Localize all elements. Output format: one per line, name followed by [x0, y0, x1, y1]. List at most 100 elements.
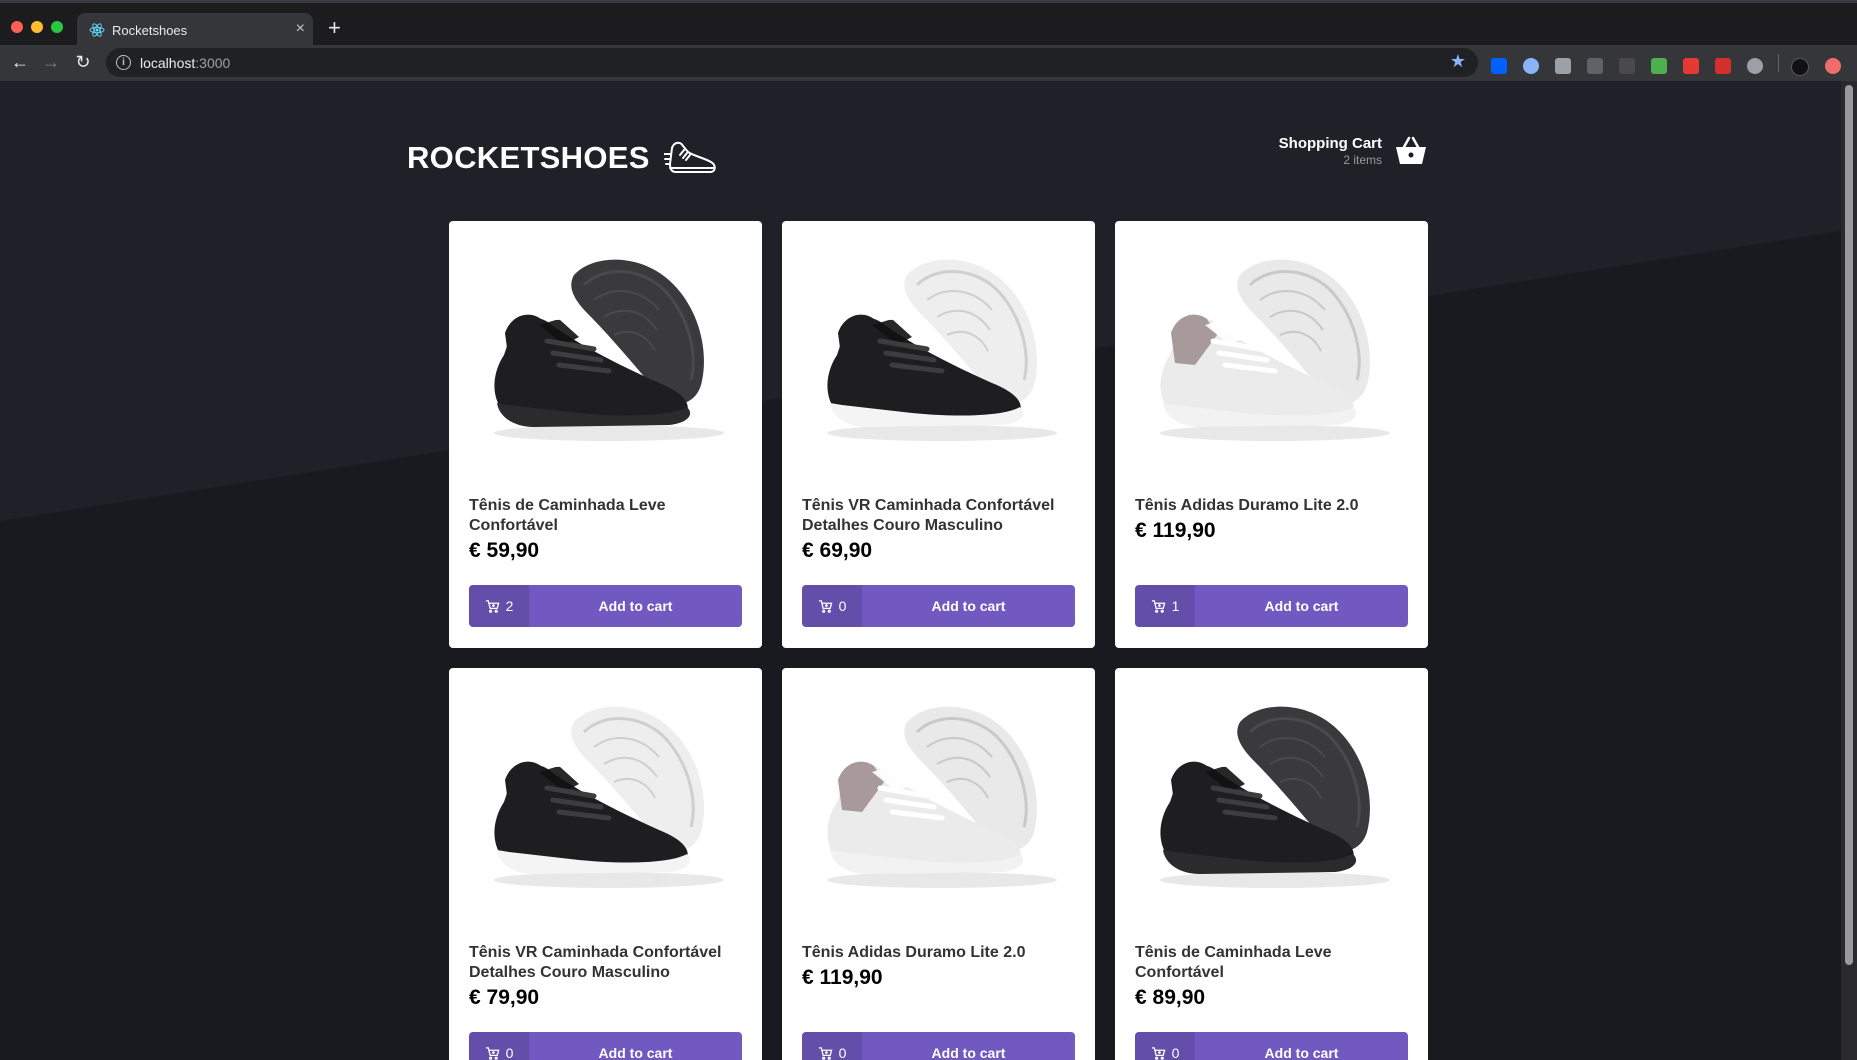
- button-label: Add to cart: [931, 1045, 1006, 1060]
- product-price: € 89,90: [1135, 986, 1206, 1009]
- add-to-cart-button[interactable]: 0 Add to cart: [802, 585, 1075, 627]
- cart-amount-value: 1: [1171, 598, 1180, 614]
- forward-arrow-icon[interactable]: →: [40, 52, 62, 73]
- browser-toolbar: ← → ↻ i localhost:3000 ★: [0, 45, 1857, 81]
- product-image: [827, 706, 1057, 888]
- product-info: Tênis de Caminhada Leve Confortável € 59…: [469, 496, 739, 561]
- shopping-cart-link[interactable]: Shopping Cart 2 items: [1279, 135, 1428, 167]
- product-price: € 119,90: [1135, 519, 1216, 542]
- add-to-cart-button[interactable]: 0 Add to cart: [1135, 1032, 1408, 1060]
- product-price: € 79,90: [469, 986, 540, 1009]
- product-title: Tênis Adidas Duramo Lite 2.0: [1135, 497, 1359, 514]
- add-to-cart-button[interactable]: 1 Add to cart: [1135, 585, 1408, 627]
- tab-rocketshoes[interactable]: Rocketshoes ×: [77, 13, 313, 48]
- new-tab-button[interactable]: +: [328, 15, 341, 41]
- bookmark-star-icon[interactable]: ★: [1450, 51, 1466, 72]
- pocket-extension-icon[interactable]: [1555, 58, 1571, 74]
- scrollbar[interactable]: [1841, 81, 1857, 1060]
- url-text[interactable]: localhost:3000: [140, 55, 230, 71]
- product-title: Tênis VR Caminhada Confortável Detalhes …: [802, 497, 1055, 534]
- toolbar-divider: [1778, 54, 1779, 72]
- product-info: Tênis de Caminhada Leve Confortável € 89…: [1135, 943, 1405, 1008]
- react-icon: [89, 23, 105, 37]
- add-shopping-cart-icon: [818, 1046, 833, 1060]
- cart-amount-value: 0: [838, 1045, 847, 1060]
- cart-title: Shopping Cart: [1278, 135, 1382, 152]
- extension-icon[interactable]: [1683, 58, 1699, 74]
- button-label: Add to cart: [598, 598, 673, 614]
- add-shopping-cart-icon: [485, 1046, 500, 1060]
- cart-count: 2 items: [1343, 153, 1382, 167]
- product-title: Tênis de Caminhada Leve Confortável: [1135, 944, 1332, 981]
- cart-amount: 0: [1135, 1032, 1195, 1060]
- product-title: Tênis Adidas Duramo Lite 2.0: [802, 944, 1026, 961]
- product-image: [494, 259, 724, 441]
- scrollbar-thumb[interactable]: [1845, 85, 1853, 965]
- product-title: Tênis de Caminhada Leve Confortável: [469, 497, 666, 534]
- add-shopping-cart-icon: [818, 599, 833, 613]
- url-host: localhost: [140, 55, 196, 71]
- add-to-cart-button[interactable]: 0 Add to cart: [802, 1032, 1075, 1060]
- product-image: [494, 706, 724, 888]
- cart-amount-value: 0: [838, 598, 847, 614]
- product-card: Tênis VR Caminhada Confortável Detalhes …: [782, 221, 1095, 648]
- button-label: Add to cart: [1264, 598, 1339, 614]
- product-title: Tênis VR Caminhada Confortável Detalhes …: [469, 944, 722, 981]
- cart-amount: 0: [802, 1032, 862, 1060]
- profile-avatar[interactable]: [1791, 58, 1809, 76]
- cart-amount: 1: [1135, 585, 1195, 627]
- product-card: Tênis Adidas Duramo Lite 2.0 € 119,90 0 …: [782, 668, 1095, 1060]
- extension-icon[interactable]: [1619, 58, 1635, 74]
- address-bar[interactable]: i localhost:3000 ★: [106, 48, 1478, 77]
- product-image: [1160, 706, 1390, 888]
- logo-text: ROCKETSHOES: [407, 140, 650, 175]
- product-price: € 59,90: [469, 539, 540, 562]
- cart-amount: 2: [469, 585, 529, 627]
- cart-amount-value: 0: [505, 1045, 514, 1060]
- extension-icon[interactable]: [1747, 58, 1763, 74]
- cart-amount-value: 2: [505, 598, 514, 614]
- url-port: :3000: [195, 55, 231, 71]
- product-image: [827, 259, 1057, 441]
- logo[interactable]: ROCKETSHOES: [407, 138, 718, 178]
- tab-bar: Rocketshoes × +: [0, 3, 1857, 48]
- close-tab-icon[interactable]: ×: [296, 20, 305, 38]
- cart-amount: 0: [469, 1032, 529, 1060]
- cart-amount: 0: [802, 585, 862, 627]
- product-card: Tênis VR Caminhada Confortável Detalhes …: [449, 668, 762, 1060]
- cart-amount-value: 0: [1171, 1045, 1180, 1060]
- cart-info: Shopping Cart 2 items: [1279, 135, 1382, 167]
- product-info: Tênis VR Caminhada Confortável Detalhes …: [469, 943, 739, 1008]
- extension-icon[interactable]: [1651, 58, 1667, 74]
- reload-icon[interactable]: ↻: [72, 52, 94, 73]
- update-icon[interactable]: [1825, 58, 1841, 74]
- page: ROCKETSHOES Shopping Cart 2 items Tênis …: [0, 81, 1841, 1060]
- product-price: € 69,90: [802, 539, 873, 562]
- sneaker-logo-icon: [663, 141, 716, 173]
- add-to-cart-button[interactable]: 2 Add to cart: [469, 585, 742, 627]
- product-list: Tênis de Caminhada Leve Confortável € 59…: [449, 221, 1428, 1060]
- product-image: [1160, 259, 1390, 441]
- product-price: € 119,90: [802, 966, 883, 989]
- maximize-window-button[interactable]: [51, 21, 63, 33]
- close-window-button[interactable]: [11, 21, 23, 33]
- button-label: Add to cart: [598, 1045, 673, 1060]
- extension-icon[interactable]: [1523, 58, 1539, 74]
- product-card: Tênis de Caminhada Leve Confortável € 89…: [1115, 668, 1428, 1060]
- extension-icon[interactable]: [1587, 58, 1603, 74]
- product-card: Tênis Adidas Duramo Lite 2.0 € 119,90 1 …: [1115, 221, 1428, 648]
- tab-title: Rocketshoes: [112, 23, 188, 38]
- add-shopping-cart-icon: [1151, 1046, 1166, 1060]
- product-info: Tênis Adidas Duramo Lite 2.0 € 119,90: [1135, 496, 1405, 541]
- extension-icon[interactable]: [1715, 58, 1731, 74]
- minimize-window-button[interactable]: [31, 21, 43, 33]
- back-arrow-icon[interactable]: ←: [9, 52, 31, 73]
- add-shopping-cart-icon: [485, 599, 500, 613]
- dropbox-extension-icon[interactable]: [1491, 58, 1507, 74]
- add-to-cart-button[interactable]: 0 Add to cart: [469, 1032, 742, 1060]
- product-card: Tênis de Caminhada Leve Confortável € 59…: [449, 221, 762, 648]
- product-info: Tênis VR Caminhada Confortável Detalhes …: [802, 496, 1072, 561]
- product-info: Tênis Adidas Duramo Lite 2.0 € 119,90: [802, 943, 1072, 988]
- button-label: Add to cart: [931, 598, 1006, 614]
- info-icon[interactable]: i: [116, 55, 131, 70]
